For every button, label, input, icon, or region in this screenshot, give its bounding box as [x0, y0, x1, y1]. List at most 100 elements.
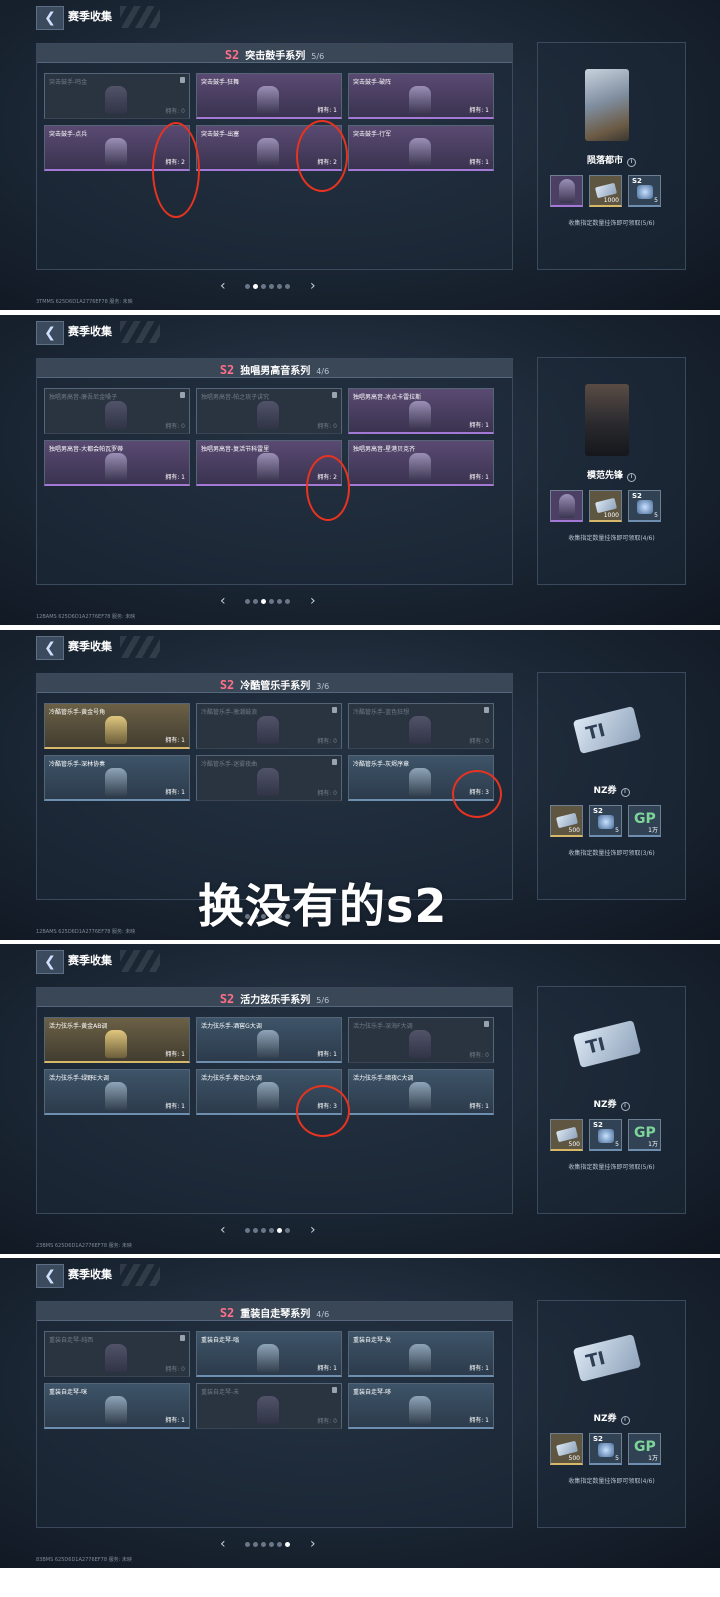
page-dot[interactable] — [285, 1228, 290, 1233]
page-dot[interactable] — [245, 599, 250, 604]
collection-card[interactable]: 冷酷管乐手-激潮鼓浪 拥有: 0 — [196, 703, 342, 749]
reward-slot[interactable]: 500 — [550, 1433, 583, 1465]
collection-card[interactable]: 冷酷管乐手-深林协奏 拥有: 1 — [44, 755, 190, 801]
back-button[interactable]: ❮ — [36, 6, 64, 30]
reward-slot[interactable]: GP 1万 — [628, 805, 661, 837]
collection-card[interactable]: 独唱男高音-帕之琉子讲究 拥有: 0 — [196, 388, 342, 434]
collection-card[interactable]: 独唱男高音-廉吾尼金嗓子 拥有: 0 — [44, 388, 190, 434]
collection-card[interactable]: 冷酷管乐手-迷雾夜曲 拥有: 0 — [196, 755, 342, 801]
prev-page-arrow-icon[interactable]: ‹ — [220, 593, 226, 609]
next-page-arrow-icon[interactable]: › — [310, 593, 316, 609]
reward-slot[interactable]: 500 — [550, 805, 583, 837]
collection-card[interactable]: 突击鼓手-狂舞 拥有: 1 — [196, 73, 342, 119]
page-dot[interactable] — [253, 599, 258, 604]
page-dot[interactable] — [261, 1228, 266, 1233]
collection-card[interactable]: 突击鼓手-鸣金 拥有: 0 — [44, 73, 190, 119]
owned-count: 拥有: 0 — [165, 108, 185, 115]
info-icon[interactable]: i — [620, 1416, 630, 1425]
page-dot[interactable] — [277, 1542, 282, 1547]
charm-figure-icon — [105, 401, 127, 429]
collection-card[interactable]: 重装自走琴-纯西 拥有: 0 — [44, 1331, 190, 1377]
page-dot[interactable] — [253, 1228, 258, 1233]
page-dot[interactable] — [277, 1228, 282, 1233]
collection-card[interactable]: 独唱男高音-冰点卡雷拉斯 拥有: 1 — [348, 388, 494, 434]
collection-card[interactable]: 活力弦乐手-暗夜C大调 拥有: 1 — [348, 1069, 494, 1115]
page-dot[interactable] — [277, 284, 282, 289]
annotation-circle — [296, 1085, 350, 1137]
next-page-arrow-icon[interactable]: › — [310, 1536, 316, 1552]
page-dot[interactable] — [245, 1542, 250, 1547]
page-dot[interactable] — [285, 1542, 290, 1547]
collection-card[interactable]: 活力弦乐手-酒窖G大调 拥有: 1 — [196, 1017, 342, 1063]
reward-slot[interactable]: 1000 — [589, 175, 622, 207]
info-icon[interactable]: i — [620, 788, 630, 797]
page-title: 赛季收集 — [68, 10, 112, 23]
reward-city-image — [585, 69, 629, 141]
page-dot[interactable] — [277, 599, 282, 604]
next-page-arrow-icon[interactable]: › — [310, 278, 316, 294]
reward-slot[interactable]: S2 5 — [628, 175, 661, 207]
collection-card[interactable]: 突击鼓手-破阵 拥有: 1 — [348, 73, 494, 119]
nz-ticket-icon — [594, 182, 618, 199]
page-dot[interactable] — [269, 599, 274, 604]
back-button[interactable]: ❮ — [36, 636, 64, 660]
collection-card[interactable]: 独唱男高音-大都会帕瓦罗蒂 拥有: 1 — [44, 440, 190, 486]
back-button[interactable]: ❮ — [36, 1264, 64, 1288]
collection-card[interactable]: 冷酷管乐手-蓝色狂想 拥有: 0 — [348, 703, 494, 749]
reward-name: 陨落都市 i — [538, 153, 685, 167]
reward-slot[interactable]: GP 1万 — [628, 1433, 661, 1465]
collection-card[interactable]: 重装自走琴-嗡 拥有: 1 — [196, 1331, 342, 1377]
page-dot[interactable] — [269, 284, 274, 289]
reward-slot[interactable]: 500 — [550, 1119, 583, 1151]
reward-slot[interactable]: GP 1万 — [628, 1119, 661, 1151]
page-dot[interactable] — [261, 599, 266, 604]
charm-figure-icon — [105, 453, 127, 481]
series-header: S2 冷酷管乐手系列 3/6 — [37, 674, 512, 693]
card-name: 突击鼓手-点兵 — [49, 131, 88, 138]
page-dot[interactable] — [269, 1228, 274, 1233]
page-dot[interactable] — [285, 284, 290, 289]
collection-card[interactable]: 重装自走琴-咪 拥有: 1 — [44, 1383, 190, 1429]
collection-card[interactable]: 活力弦乐手-绿野E大调 拥有: 1 — [44, 1069, 190, 1115]
collection-card[interactable]: 重装自走琴-发 拥有: 1 — [348, 1331, 494, 1377]
charm-figure-icon — [105, 1396, 127, 1424]
reward-slot[interactable]: 1000 — [589, 490, 622, 522]
page-dot[interactable] — [253, 1542, 258, 1547]
page-dot[interactable] — [245, 1228, 250, 1233]
charm-figure-icon — [257, 1082, 279, 1110]
reward-slot[interactable] — [550, 175, 583, 207]
reward-slot[interactable]: S2 5 — [589, 1119, 622, 1151]
page-dot[interactable] — [261, 284, 266, 289]
collection-card[interactable]: 重装自走琴-未 拥有: 0 — [196, 1383, 342, 1429]
page-dot[interactable] — [245, 284, 250, 289]
back-button[interactable]: ❮ — [36, 321, 64, 345]
info-icon[interactable]: i — [627, 158, 636, 167]
page-dot[interactable] — [285, 599, 290, 604]
collection-card[interactable]: 突击鼓手-行军 拥有: 1 — [348, 125, 494, 171]
reward-slot[interactable]: S2 5 — [589, 805, 622, 837]
reward-slot[interactable]: S2 5 — [589, 1433, 622, 1465]
reward-slot[interactable] — [550, 490, 583, 522]
back-button[interactable]: ❮ — [36, 950, 64, 974]
ticket-logo-icon: TI — [583, 1347, 608, 1373]
info-icon[interactable]: i — [620, 1102, 630, 1111]
collection-card[interactable]: 活力弦乐手-黄金AB调 拥有: 1 — [44, 1017, 190, 1063]
prev-page-arrow-icon[interactable]: ‹ — [220, 278, 226, 294]
page-dot[interactable] — [269, 1542, 274, 1547]
next-page-arrow-icon[interactable]: › — [310, 1222, 316, 1238]
prev-page-arrow-icon[interactable]: ‹ — [220, 1536, 226, 1552]
nz-ticket-icon — [594, 497, 618, 514]
prev-page-arrow-icon[interactable]: ‹ — [220, 1222, 226, 1238]
top-bar: ❮ 赛季收集 — [0, 630, 720, 664]
collection-card[interactable]: 冷酷管乐手-黄金号角 拥有: 1 — [44, 703, 190, 749]
card-name: 冷酷管乐手-迷雾夜曲 — [201, 761, 258, 768]
collection-card[interactable]: 独唱男高音-星港贝克齐 拥有: 1 — [348, 440, 494, 486]
page-dot[interactable] — [253, 284, 258, 289]
collection-card[interactable]: 重装自走琴-哆 拥有: 1 — [348, 1383, 494, 1429]
series-progress: 3/6 — [316, 682, 330, 691]
page-dot[interactable] — [261, 1542, 266, 1547]
collection-card[interactable]: 活力弦乐手-深海F大调 拥有: 0 — [348, 1017, 494, 1063]
reward-slot[interactable]: S2 5 — [628, 490, 661, 522]
info-icon[interactable]: i — [627, 473, 636, 482]
owned-count: 拥有: 1 — [469, 1103, 489, 1110]
